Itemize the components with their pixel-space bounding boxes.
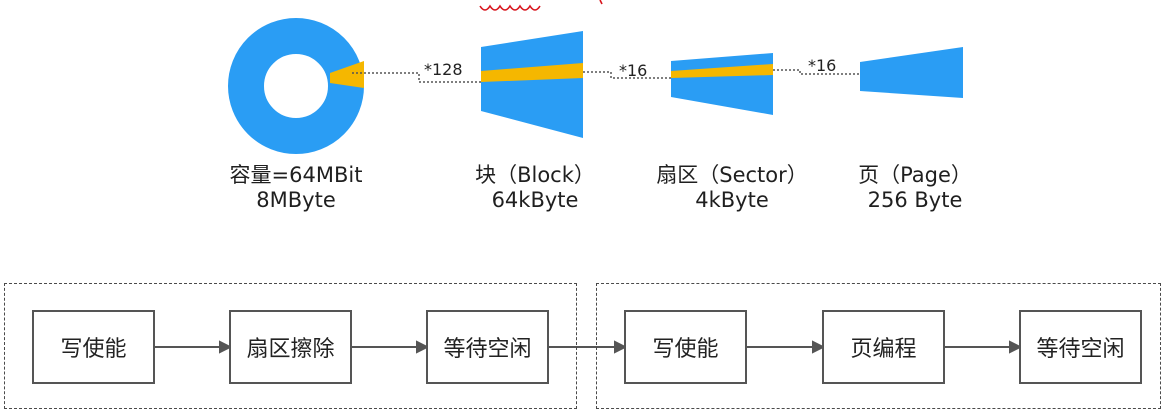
multiplier-sector-to-page: *16 bbox=[808, 56, 837, 75]
multiplier-chip-to-block: *128 bbox=[424, 60, 463, 79]
caption-page: 页（Page） 256 Byte bbox=[830, 163, 1000, 213]
caption-block-line2: 64kByte bbox=[491, 188, 579, 212]
step-wait-idle-1: 等待空闲 bbox=[426, 310, 549, 384]
step-write-enable-1: 写使能 bbox=[32, 310, 155, 384]
block-shape bbox=[481, 31, 583, 138]
chip-ring bbox=[228, 18, 364, 154]
multiplier-block-to-sector: *16 bbox=[619, 61, 648, 80]
step-page-program: 页编程 bbox=[822, 310, 945, 384]
step-write-enable-2: 写使能 bbox=[624, 310, 747, 384]
sector-shape bbox=[671, 53, 773, 115]
caption-page-line2: 256 Byte bbox=[867, 188, 963, 212]
step-wait-idle-2: 等待空闲 bbox=[1019, 310, 1142, 384]
caption-sector-line2: 4kByte bbox=[695, 188, 769, 212]
caption-page-line1: 页（Page） bbox=[858, 163, 972, 187]
caption-sector-line1: 扇区（Sector） bbox=[656, 163, 808, 187]
annotation-scribble bbox=[479, 4, 541, 11]
caption-sector: 扇区（Sector） 4kByte bbox=[632, 163, 832, 213]
page-shape bbox=[860, 47, 963, 98]
annotation-tick bbox=[599, 0, 603, 5]
caption-chip: 容量=64MBit 8MByte bbox=[211, 163, 381, 213]
caption-chip-line1: 容量=64MBit bbox=[229, 163, 363, 187]
caption-block-line1: 块（Block） bbox=[475, 163, 595, 187]
caption-block: 块（Block） 64kByte bbox=[445, 163, 625, 213]
step-sector-erase: 扇区擦除 bbox=[229, 310, 352, 384]
caption-chip-line2: 8MByte bbox=[256, 188, 336, 212]
